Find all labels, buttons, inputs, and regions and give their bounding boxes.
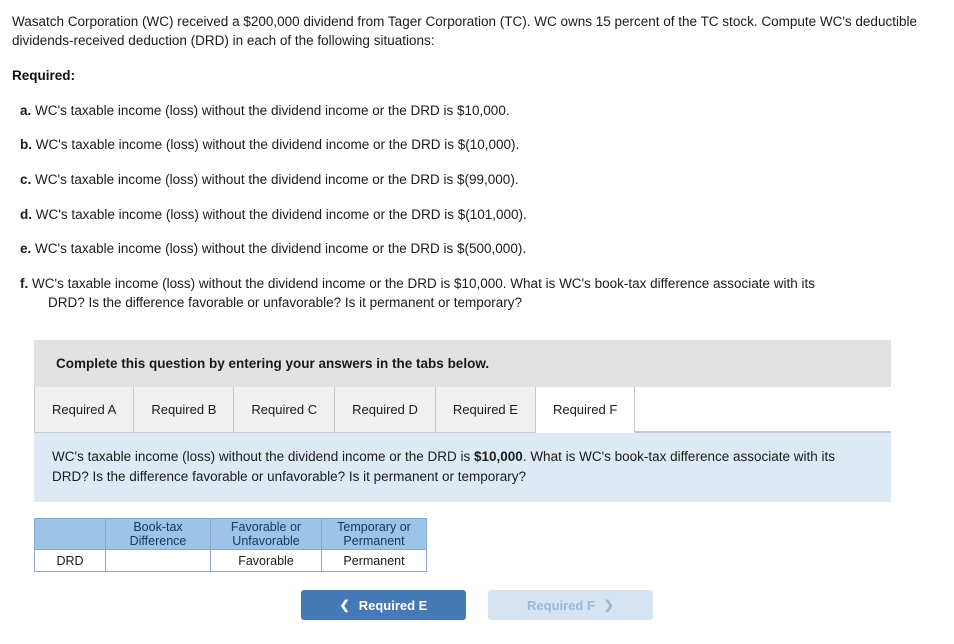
cell-favorable-unfavorable[interactable]: Favorable (210, 549, 322, 573)
situation-f-text-cont: DRD? Is the difference favorable or unfa… (48, 295, 522, 311)
situation-f-text: WC's taxable income (loss) without the d… (32, 275, 816, 291)
tab-required-d[interactable]: Required D (335, 387, 436, 434)
header-temporary-permanent: Temporary or Permanent (321, 518, 427, 551)
tab-required-f[interactable]: Required F (535, 387, 636, 434)
required-label: Required: (12, 68, 76, 84)
next-button-label: Required F (527, 597, 595, 613)
situation-a: a. WC's taxable income (loss) without th… (12, 93, 942, 128)
tab-body-lead: WC's taxable income (loss) without the d… (52, 449, 474, 465)
situation-b-text: WC's taxable income (loss) without the d… (35, 137, 520, 153)
tab-bar-filler (635, 387, 891, 433)
situation-c-text: WC's taxable income (loss) without the d… (35, 171, 519, 187)
cell-book-tax-difference[interactable] (105, 549, 211, 573)
header-book-tax-line2: Difference (129, 534, 187, 549)
situation-d-text: WC's taxable income (loss) without the d… (35, 206, 527, 222)
answer-grid: Book-tax Difference Favorable or Unfavor… (34, 518, 427, 573)
prev-required-e-button[interactable]: ❮ Required E (301, 590, 466, 621)
header-book-tax-line1: Book-tax (133, 520, 183, 534)
question-prompt: Wasatch Corporation (WC) received a $200… (12, 14, 917, 49)
question-page: Wasatch Corporation (WC) received a $200… (0, 0, 954, 621)
chevron-right-icon: ❯ (603, 598, 614, 613)
situations-list: a. WC's taxable income (loss) without th… (12, 93, 942, 320)
tab-body-amount: $10,000 (474, 449, 523, 465)
row-label-drd: DRD (34, 549, 106, 573)
header-favorable-unfavorable: Favorable or Unfavorable (210, 518, 322, 551)
situation-a-letter: a. (20, 102, 32, 118)
header-book-tax-difference: Book-tax Difference (105, 518, 211, 551)
panel-header: Complete this question by entering your … (34, 340, 891, 388)
situation-e: e. WC's taxable income (loss) without th… (12, 232, 942, 267)
answer-panel: Complete this question by entering your … (34, 340, 891, 503)
cell-temporary-permanent[interactable]: Permanent (321, 549, 427, 573)
situation-b: b. WC's taxable income (loss) without th… (12, 128, 942, 163)
tab-required-a[interactable]: Required A (34, 387, 135, 434)
answer-grid-wrapper: Book-tax Difference Favorable or Unfavor… (34, 518, 942, 573)
chevron-left-icon: ❮ (339, 598, 350, 613)
table-row: DRD Favorable Permanent (34, 549, 427, 573)
header-temp-line2: Permanent (343, 534, 405, 549)
header-temp-line1: Temporary or (337, 520, 411, 534)
header-fav-line1: Favorable or (230, 520, 302, 534)
situation-c-letter: c. (20, 171, 32, 187)
situation-d: d. WC's taxable income (loss) without th… (12, 197, 942, 232)
situation-a-text: WC's taxable income (loss) without the d… (35, 102, 510, 118)
situation-e-letter: e. (20, 241, 32, 257)
situation-f-letter: f. (20, 275, 29, 291)
situation-c: c. WC's taxable income (loss) without th… (12, 162, 942, 197)
situation-b-letter: b. (20, 137, 32, 153)
header-fav-line2: Unfavorable (232, 534, 300, 549)
book-tax-difference-input[interactable] (106, 551, 210, 571)
situation-d-letter: d. (20, 206, 32, 222)
tab-required-e[interactable]: Required E (435, 387, 536, 434)
tab-required-b[interactable]: Required B (134, 387, 235, 434)
next-required-f-button[interactable]: Required F ❯ (488, 590, 653, 621)
situation-e-text: WC's taxable income (loss) without the d… (35, 241, 527, 257)
tab-bar: Required A Required B Required C Require… (34, 387, 891, 434)
navigation-buttons: ❮ Required E Required F ❯ (12, 590, 942, 621)
situation-f: f. WC's taxable income (loss) without th… (12, 266, 942, 320)
header-blank (34, 518, 106, 551)
prev-button-label: Required E (358, 597, 428, 613)
tab-panel-required-f: WC's taxable income (loss) without the d… (34, 433, 891, 503)
tab-required-c[interactable]: Required C (234, 387, 336, 434)
answer-grid-header-row: Book-tax Difference Favorable or Unfavor… (34, 518, 427, 551)
